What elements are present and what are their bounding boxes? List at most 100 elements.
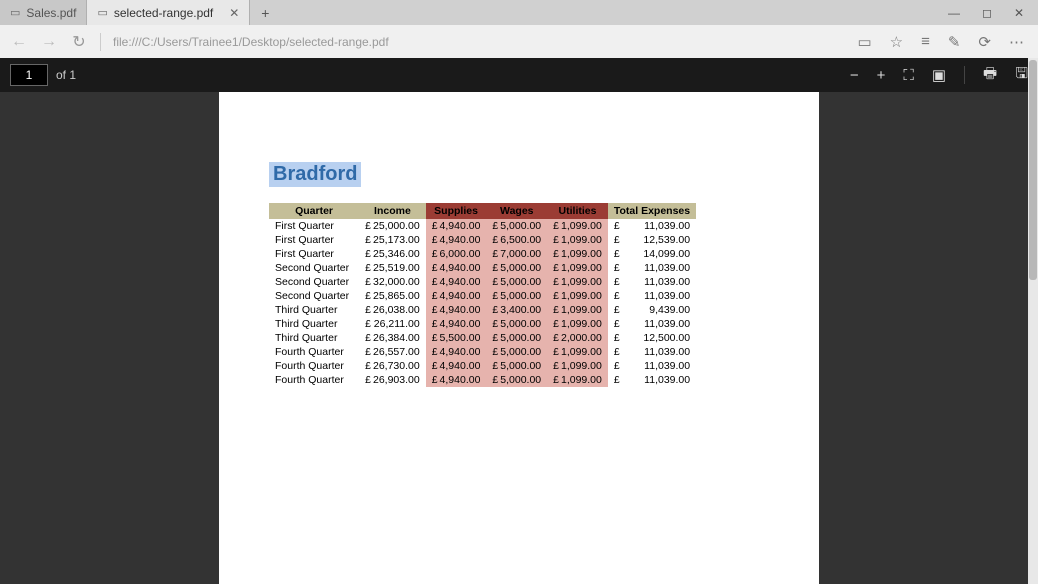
cell-currency: £ — [608, 303, 622, 317]
more-icon[interactable]: ⋯ — [1009, 33, 1024, 51]
cell-currency: £ — [359, 359, 373, 373]
cell-income: 25,865.00 — [373, 289, 426, 303]
page-number-input[interactable] — [10, 64, 48, 86]
cell-currency: £ — [486, 247, 500, 261]
cell-wages: 5,000.00 — [500, 289, 547, 303]
tab-label: selected-range.pdf — [114, 6, 213, 20]
cell-income: 25,346.00 — [373, 247, 426, 261]
table-row: Fourth Quarter£26,557.00£4,940.00£5,000.… — [269, 345, 696, 359]
zoom-in-icon[interactable]: + — [877, 67, 886, 84]
page-title: Bradford — [269, 162, 361, 187]
cell-utilities: 2,000.00 — [561, 331, 608, 345]
url-display[interactable]: file:///C:/Users/Trainee1/Desktop/select… — [113, 35, 845, 49]
share-icon[interactable]: ⟳ — [978, 33, 991, 51]
cell-quarter: Second Quarter — [269, 289, 359, 303]
cell-currency: £ — [426, 373, 440, 387]
cell-currency: £ — [426, 303, 440, 317]
cell-income: 26,730.00 — [373, 359, 426, 373]
cell-wages: 5,000.00 — [500, 275, 547, 289]
cell-currency: £ — [547, 359, 561, 373]
cell-wages: 6,500.00 — [500, 233, 547, 247]
minimize-icon[interactable]: — — [948, 6, 960, 20]
cell-supplies: 4,940.00 — [440, 275, 487, 289]
table-row: Second Quarter£25,865.00£4,940.00£5,000.… — [269, 289, 696, 303]
table-row: Third Quarter£26,384.00£5,500.00£5,000.0… — [269, 331, 696, 345]
cell-currency: £ — [547, 289, 561, 303]
table-row: First Quarter£25,173.00£4,940.00£6,500.0… — [269, 233, 696, 247]
fit-page-icon[interactable]: ⛶ — [903, 67, 914, 84]
cell-currency: £ — [608, 373, 622, 387]
zoom-out-icon[interactable]: − — [850, 67, 859, 84]
note-icon[interactable]: ✎ — [948, 33, 961, 51]
cell-utilities: 1,099.00 — [561, 359, 608, 373]
cell-currency: £ — [426, 233, 440, 247]
vertical-scrollbar[interactable] — [1028, 58, 1038, 584]
cell-currency: £ — [547, 247, 561, 261]
cell-utilities: 1,099.00 — [561, 317, 608, 331]
close-window-icon[interactable]: ✕ — [1014, 6, 1024, 20]
table-header-row: Quarter Income Supplies Wages Utilities … — [269, 203, 696, 219]
cell-currency: £ — [426, 331, 440, 345]
cell-currency: £ — [547, 331, 561, 345]
col-supplies: Supplies — [426, 203, 487, 219]
cell-wages: 5,000.00 — [500, 359, 547, 373]
cell-currency: £ — [608, 219, 622, 233]
new-tab-button[interactable]: + — [250, 0, 280, 25]
cell-currency: £ — [359, 275, 373, 289]
cell-currency: £ — [608, 233, 622, 247]
tab-sales[interactable]: ▭ Sales.pdf — [0, 0, 87, 25]
table-body: First Quarter£25,000.00£4,940.00£5,000.0… — [269, 219, 696, 387]
cell-total: 12,539.00 — [622, 233, 696, 247]
pdf-viewer[interactable]: Bradford Quarter Income Supplies Wages U… — [0, 92, 1038, 584]
cell-supplies: 4,940.00 — [440, 359, 487, 373]
cell-currency: £ — [608, 359, 622, 373]
cell-currency: £ — [359, 331, 373, 345]
divider — [964, 66, 965, 84]
cell-quarter: Third Quarter — [269, 317, 359, 331]
cell-currency: £ — [608, 331, 622, 345]
cell-currency: £ — [486, 275, 500, 289]
cell-currency: £ — [486, 289, 500, 303]
forward-icon[interactable]: → — [40, 33, 58, 51]
cell-utilities: 1,099.00 — [561, 303, 608, 317]
cell-currency: £ — [359, 303, 373, 317]
favorite-icon[interactable]: ☆ — [890, 33, 903, 51]
scrollbar-thumb[interactable] — [1029, 60, 1037, 280]
cell-total: 11,039.00 — [622, 275, 696, 289]
close-icon[interactable]: ✕ — [229, 6, 239, 20]
hub-icon[interactable]: ≡ — [921, 33, 930, 50]
table-row: Second Quarter£32,000.00£4,940.00£5,000.… — [269, 275, 696, 289]
cell-wages: 5,000.00 — [500, 373, 547, 387]
tab-label: Sales.pdf — [26, 6, 76, 20]
save-icon[interactable]: 🖫 — [1015, 63, 1028, 88]
cell-currency: £ — [486, 317, 500, 331]
cell-currency: £ — [426, 289, 440, 303]
print-icon[interactable]: 🖶 — [983, 63, 997, 88]
maximize-icon[interactable]: ◻ — [982, 6, 992, 20]
cell-supplies: 4,940.00 — [440, 373, 487, 387]
cell-wages: 7,000.00 — [500, 247, 547, 261]
back-icon[interactable]: ← — [10, 33, 28, 51]
table-row: Fourth Quarter£26,730.00£4,940.00£5,000.… — [269, 359, 696, 373]
refresh-icon[interactable]: ↻ — [70, 32, 88, 52]
tab-strip: ▭ Sales.pdf ▭ selected-range.pdf ✕ + — ◻… — [0, 0, 1038, 25]
cell-currency: £ — [608, 247, 622, 261]
cell-currency: £ — [359, 247, 373, 261]
col-utilities: Utilities — [547, 203, 608, 219]
col-quarter: Quarter — [269, 203, 359, 219]
reading-view-icon[interactable]: ▭ — [857, 33, 871, 51]
rotate-icon[interactable]: ▣ — [932, 66, 946, 84]
cell-utilities: 1,099.00 — [561, 345, 608, 359]
cell-currency: £ — [486, 359, 500, 373]
address-bar-actions: ▭ ☆ ≡ ✎ ⟳ ⋯ — [857, 33, 1028, 51]
cell-quarter: Fourth Quarter — [269, 359, 359, 373]
cell-currency: £ — [426, 261, 440, 275]
cell-supplies: 4,940.00 — [440, 219, 487, 233]
cell-total: 11,039.00 — [622, 261, 696, 275]
tab-selected-range[interactable]: ▭ selected-range.pdf ✕ — [87, 0, 250, 25]
table-row: First Quarter£25,346.00£6,000.00£7,000.0… — [269, 247, 696, 261]
window-controls: — ◻ ✕ — [948, 0, 1038, 25]
pdf-toolbar-actions: − + ⛶ ▣ 🖶 🖫 — [850, 63, 1028, 88]
cell-quarter: Second Quarter — [269, 275, 359, 289]
cell-total: 9,439.00 — [622, 303, 696, 317]
